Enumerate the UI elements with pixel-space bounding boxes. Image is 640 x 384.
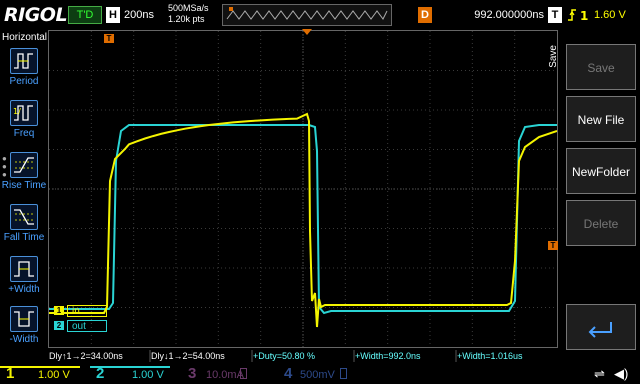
ch1-number: 1 [6,365,15,382]
rise-time-icon [10,152,38,178]
status-bar: RIGOL T'D H 200ns 500MSa/s 1.20k pts D 9… [0,0,640,30]
memory-overview-waveform [226,7,388,20]
trigger-edge-icon: 1 [566,7,592,26]
memory-overview-strip [222,4,392,26]
measurement-dividers [149,350,457,362]
negative-width-icon [10,306,38,332]
measure-rise-time-label: Rise Time [1,180,47,191]
horizontal-center-marker [302,29,312,35]
measure-fall-time-label: Fall Time [3,232,45,243]
delay-badge[interactable]: D [418,7,432,23]
trigger-level-marker[interactable]: T [548,241,558,250]
enter-arrow-icon [588,322,612,338]
measure-period[interactable]: Period [4,48,44,87]
delete-button[interactable]: Delete [566,200,636,246]
positive-width-icon [10,256,38,282]
timebase-value[interactable]: 200ns [124,9,154,21]
waveform-canvas [49,31,558,347]
memory-depth: 1.20k pts [168,14,205,24]
save-menu-title: Save [548,45,559,68]
measure-period-label: Period [9,76,39,87]
svg-text:1: 1 [580,9,588,23]
enter-button[interactable] [566,304,636,350]
measure-positive-width[interactable]: +Width [4,256,44,295]
save-button[interactable]: Save [566,44,636,90]
horizontal-badge[interactable]: H [106,7,120,23]
memory-trigger-marker [229,7,233,11]
trigger-status: T'D [68,6,102,24]
acquisition-info: 500MSa/s 1.20k pts [168,3,209,25]
trigger-position-marker[interactable]: T [104,34,114,43]
waveform-display[interactable] [48,30,558,348]
ch3-impedance-icon [240,368,247,379]
measure-fall-time[interactable]: Fall Time [4,204,44,243]
measure-freq-label: Freq [13,128,35,139]
measure-category-title: Horizontal [2,32,48,43]
measure-freq[interactable]: 1/ Freq [4,100,44,139]
new-folder-button[interactable]: NewFolder [566,148,636,194]
ch2-waveform-label: out [67,320,107,332]
trigger-badge[interactable]: T [548,7,562,23]
ch4-number: 4 [284,365,293,382]
frequency-icon: 1/ [10,100,38,126]
ch2-scale: 1.00 V [132,369,164,381]
menu-scroll-indicator: ● ● ● [2,154,7,179]
measure-negative-width[interactable]: -Width [4,306,44,345]
usb-icon: ⇌ [594,366,605,381]
ch1-offset-marker[interactable]: 1 [54,306,64,315]
measure-negative-width-label: -Width [9,334,39,345]
svg-text:1/: 1/ [13,107,21,116]
horizontal-delay[interactable]: 992.000000ns [440,9,544,21]
sample-rate: 500MSa/s [168,3,209,13]
ch1-scale: 1.00 V [38,369,70,381]
measure-positive-width-label: +Width [8,284,40,295]
ch3-number: 3 [188,365,197,382]
new-file-button[interactable]: New File [566,96,636,142]
fall-time-icon [10,204,38,230]
ch4-scale: 500mV [300,369,335,381]
period-icon [10,48,38,74]
trigger-level[interactable]: 1.60 V [594,9,626,21]
measure-rise-time[interactable]: Rise Time [2,152,46,191]
ch2-offset-marker[interactable]: 2 [54,321,64,330]
brand-logo: RIGOL [4,4,68,26]
speaker-icon[interactable]: ◀) [614,366,628,382]
ch3-scale: 10.0mA [206,369,244,381]
ch1-waveform-label: in [67,305,107,317]
ch2-number: 2 [96,365,105,382]
ch4-impedance-icon [340,368,347,379]
